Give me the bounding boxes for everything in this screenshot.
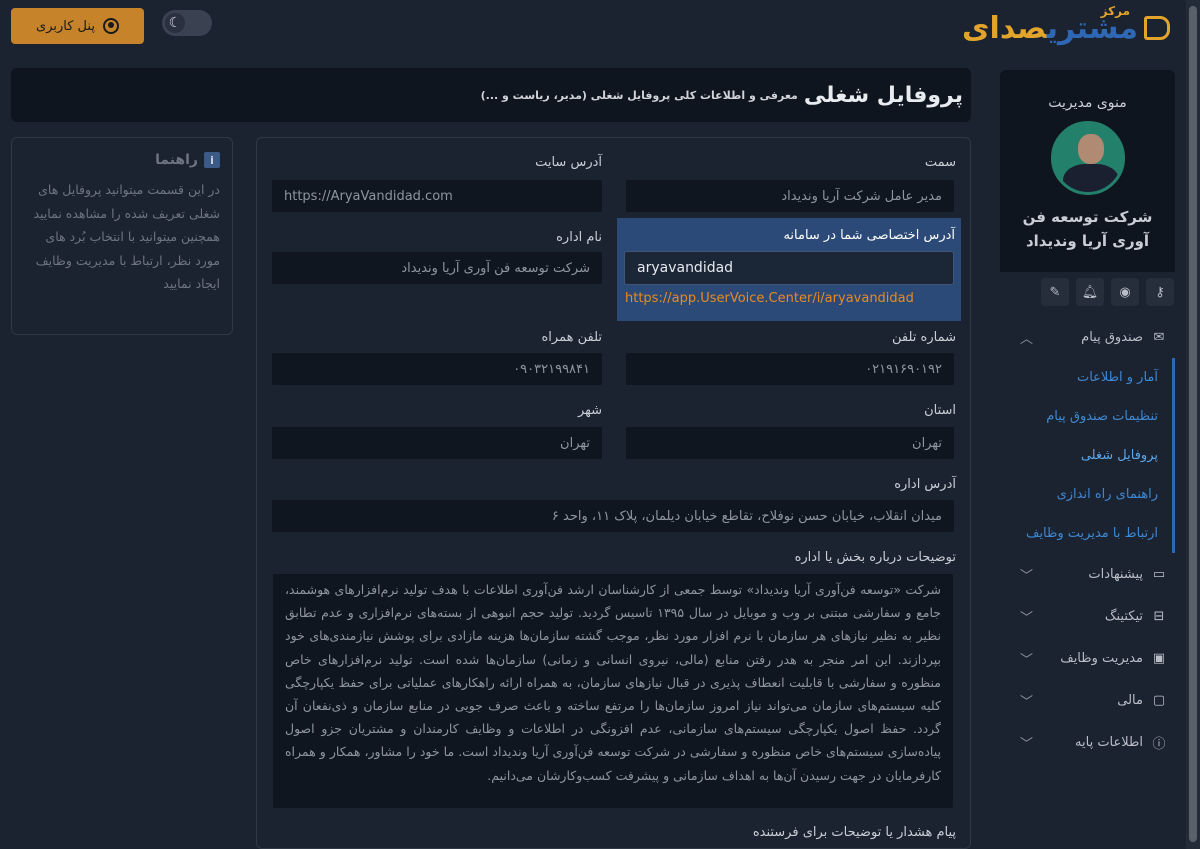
sidebar: منوی مدیریت شرکت توسعه فن آوری آریا وندی… [1000,70,1175,845]
province-label: استان [924,403,956,418]
menu-group-base-info[interactable]: ⓘ اطلاعات پایه ﹀ [1000,721,1175,763]
province-input[interactable]: تهران [626,427,954,459]
sidebar-menu: ✉ صندوق پیام ︿ آمار و اطلاعات تنظیمات صن… [1000,316,1175,763]
scrollbar-thumb[interactable] [1189,6,1197,842]
submenu-item-task-link[interactable]: ارتباط با مدیریت وظایف [1000,514,1172,553]
city-label: شهر [577,403,602,418]
help-title: i راهنما [24,152,220,168]
menu-group-message-box[interactable]: ✉ صندوق پیام ︿ [1000,316,1175,358]
menu-group-label: صندوق پیام [1081,329,1143,345]
position-input[interactable]: مدیر عامل شرکت آریا وندیداد [626,180,954,212]
menu-group-suggestions[interactable]: ▭ پیشنهادات ﹀ [1000,553,1175,595]
money-icon: ▢ [1152,692,1166,708]
submenu-item-stats[interactable]: آمار و اطلاعات [1000,358,1172,397]
help-text: در این قسمت میتوانید پروفایل های شغلی تع… [33,182,220,291]
chevron-down-icon: ﹀ [1020,652,1034,668]
message-box-submenu: آمار و اطلاعات تنظیمات صندوق پیام پروفای… [1000,358,1175,553]
logo-text-part1: صدای [962,10,1047,46]
unique-address-link[interactable]: https://app.UserVoice.Center/i/aryavandi… [625,291,914,306]
mobile-label: تلفن همراه [541,330,603,345]
menu-group-task-management[interactable]: ▣ مدیریت وظایف ﹀ [1000,637,1175,679]
phone-input[interactable]: ۰۲۱۹۱۶۹۰۱۹۲ [626,353,954,385]
menu-group-label: مدیریت وظایف [1060,650,1143,666]
menu-group-label: اطلاعات پایه [1075,734,1143,750]
profile-actions: ✎ 🔔︎ ◉ ⚷ [1000,278,1175,306]
submenu-item-settings[interactable]: تنظیمات صندوق پیام [1000,397,1172,436]
unique-address-box: آدرس اختصاصی شما در سامانه aryavandidad … [617,218,961,321]
mobile-input[interactable]: ۰۹۰۳۲۱۹۹۸۴۱ [272,353,602,385]
sidebar-profile: منوی مدیریت شرکت توسعه فن آوری آریا وندی… [1000,70,1175,272]
user-panel-label: پنل کاربری [36,18,95,34]
submenu-item-setup-guide[interactable]: راهنمای راه اندازی [1000,475,1172,514]
sidebar-heading: منوی مدیریت [1048,95,1127,111]
chevron-down-icon: ﹀ [1020,694,1034,710]
help-title-text: راهنما [155,152,198,168]
envelope-icon: ✉ [1153,329,1165,345]
chevron-down-icon: ﹀ [1020,610,1034,626]
city-input[interactable]: تهران [272,427,602,459]
moon-icon: ☾ [165,13,185,33]
chevron-up-icon: ︿ [1020,331,1034,347]
logo-small-text: مرکز [1100,4,1130,18]
ticket-icon: ⊟ [1153,608,1165,624]
menu-group-finance[interactable]: ▢ مالی ﹀ [1000,679,1175,721]
logo: مرکز مشتریصدای [940,4,1170,50]
task-icon: ▣ [1152,650,1166,666]
page-header: پروفایل شغلی معرفی و اطلاعات کلی پروفایل… [11,68,971,122]
pencil-icon[interactable]: ✎ [1041,278,1069,306]
info-icon: ⓘ [1152,736,1166,752]
unique-address-label: آدرس اختصاصی شما در سامانه [783,228,955,243]
key-icon[interactable]: ⚷ [1146,278,1174,306]
office-address-input[interactable]: میدان انقلاب، خیابان حسن نوفلاح، تقاطع خ… [272,500,954,532]
job-profile-form: سمت مدیر عامل شرکت آریا وندیداد آدرس سای… [256,137,971,849]
megaphone-icon [1144,16,1170,40]
position-label: سمت [924,155,956,170]
user-circle-icon [102,18,119,34]
page-subtitle: معرفی و اطلاعات کلی پروفایل شغلی (مدیر، … [480,88,798,102]
avatar [1050,121,1125,195]
user-panel-button[interactable]: پنل کاربری [11,8,144,44]
phone-label: شماره تلفن [892,330,956,345]
help-box: i راهنما در این قسمت میتوانید پروفایل ها… [11,137,233,335]
theme-toggle[interactable]: ☾ [162,10,212,36]
chevron-down-icon: ﹀ [1020,568,1034,584]
company-name: شرکت توسعه فن آوری آریا وندیداد [1022,208,1153,250]
office-name-input[interactable]: شرکت توسعه فن آوری آریا وندیداد [272,252,602,284]
submenu-item-job-profile[interactable]: پروفایل شغلی [1000,436,1172,475]
bell-icon[interactable]: 🔔︎ [1076,278,1104,306]
unique-address-input[interactable]: aryavandidad [624,251,954,285]
menu-group-label: مالی [1117,692,1143,708]
site-input[interactable]: https://AryaVandidad.com [272,180,602,212]
menu-group-label: پیشنهادات [1088,566,1143,582]
page-scrollbar[interactable] [1186,0,1200,849]
menu-group-ticketing[interactable]: ⊟ تیکتینگ ﹀ [1000,595,1175,637]
chat-icon: ▭ [1152,566,1166,582]
menu-group-label: تیکتینگ [1104,608,1143,624]
chevron-down-icon: ﹀ [1020,736,1034,752]
site-label: آدرس سایت [535,155,602,170]
office-address-label: آدرس اداره [894,477,956,492]
user-circle-icon[interactable]: ◉ [1111,278,1139,306]
description-label: توضیحات درباره بخش یا اداره [794,550,956,565]
description-textarea[interactable]: شرکت «توسعه فن‌آوری آریا وندیداد» توسط ج… [273,574,953,808]
page-title: پروفایل شغلی [803,82,963,108]
office-name-label: نام اداره [556,230,602,245]
info-icon: i [204,152,220,168]
warning-label: پیام هشدار یا توضیحات برای فرستنده [752,825,956,840]
